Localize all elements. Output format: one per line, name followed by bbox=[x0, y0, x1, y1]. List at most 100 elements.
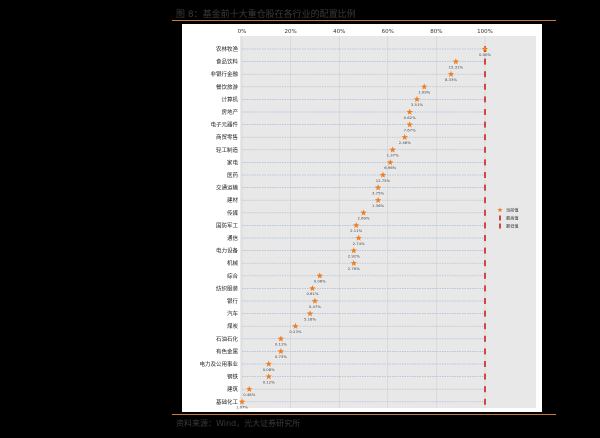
category-label: 电子元器件 bbox=[210, 121, 238, 129]
max-marker bbox=[484, 146, 486, 153]
max-marker bbox=[484, 197, 486, 204]
max-marker bbox=[484, 71, 486, 78]
max-marker bbox=[484, 159, 486, 166]
point-value-label: 1.36% bbox=[372, 203, 384, 208]
point-value-label: 0.11% bbox=[275, 342, 287, 347]
category-label: 煤炭 bbox=[227, 322, 239, 330]
chart: 0% 20% 40% 60% 80% 100% 农林牧渔 0.00% 食品饮料 15.31% 非银… bbox=[182, 24, 542, 412]
point-value-label: 2.69% bbox=[357, 216, 369, 221]
category-label: 电力及公用事业 bbox=[199, 360, 238, 368]
max-marker bbox=[484, 310, 486, 317]
category-label: 商贸零售 bbox=[216, 133, 238, 141]
category-label: 汽车 bbox=[227, 310, 239, 318]
category-label: 机械 bbox=[227, 259, 239, 267]
source-rule bbox=[172, 414, 556, 415]
point-value-label: 3.51% bbox=[411, 102, 423, 107]
source-note: 资料来源：Wind，光大证券研究所 bbox=[176, 419, 301, 428]
point-value-label: 2.92% bbox=[348, 253, 360, 258]
category-label: 银行 bbox=[227, 297, 239, 305]
title-rule bbox=[172, 20, 556, 21]
x-tick-label: 40% bbox=[333, 29, 345, 35]
category-label: 家电 bbox=[227, 158, 239, 166]
max-marker bbox=[484, 235, 486, 241]
point-value-label: 0.62% bbox=[404, 115, 416, 120]
point-value-label: 1.07% bbox=[236, 405, 248, 410]
max-marker bbox=[484, 184, 486, 191]
max-marker bbox=[484, 335, 486, 342]
point-value-label: 12.75% bbox=[376, 178, 391, 183]
max-marker bbox=[484, 373, 486, 380]
max-marker bbox=[484, 323, 486, 330]
category-label: 医药 bbox=[227, 171, 239, 179]
point-value-label: 0.00% bbox=[479, 52, 491, 57]
point-value-label: 0.48% bbox=[243, 392, 255, 397]
category-label: 非银行金融 bbox=[210, 70, 238, 78]
category-label: 国防军工 bbox=[216, 221, 239, 229]
category-label: 钢铁 bbox=[227, 373, 239, 381]
max-marker bbox=[484, 83, 486, 90]
point-value-label: 3.75% bbox=[372, 190, 384, 195]
legend-label: 当前值 bbox=[506, 207, 519, 214]
category-label: 交通运输 bbox=[216, 184, 239, 192]
category-label: 计算机 bbox=[221, 95, 238, 103]
legend-label: 最低值 bbox=[506, 223, 519, 230]
point-value-label: 0.12% bbox=[263, 379, 275, 384]
category-label: 传媒 bbox=[227, 209, 239, 217]
point-value-label: 6.96% bbox=[384, 165, 396, 170]
category-label: 综合 bbox=[227, 272, 239, 280]
category-label: 房地产 bbox=[221, 108, 238, 116]
category-label: 轻工制造 bbox=[216, 146, 239, 154]
legend-bar-marker bbox=[499, 223, 501, 229]
x-tick-label: 80% bbox=[430, 29, 442, 35]
max-marker bbox=[484, 285, 486, 292]
legend-label: 最高值 bbox=[506, 215, 519, 222]
point-value-label: 7.67% bbox=[404, 127, 416, 132]
point-value-label: 1.37% bbox=[387, 153, 399, 158]
x-tick-label: 60% bbox=[382, 29, 394, 35]
max-marker bbox=[484, 134, 486, 141]
category-label: 建材 bbox=[227, 196, 239, 204]
max-marker bbox=[484, 298, 486, 304]
point-value-label: 0.61% bbox=[306, 291, 318, 296]
max-marker bbox=[484, 58, 486, 65]
category-label: 纺织服装 bbox=[216, 284, 239, 292]
x-tick-label: 100% bbox=[477, 29, 493, 35]
point-value-label: 2.11% bbox=[350, 228, 362, 233]
point-value-label: 2.74% bbox=[353, 241, 365, 246]
category-label: 餐饮旅游 bbox=[216, 83, 239, 91]
figure-title: 图 8：基金前十大重仓股在各行业的配置比例 bbox=[176, 10, 356, 20]
point-value-label: 0.06% bbox=[314, 279, 326, 284]
point-value-label: 0.47% bbox=[309, 304, 321, 309]
point-value-label: 0.73% bbox=[275, 354, 287, 359]
point-value-label: 1.09% bbox=[418, 90, 430, 95]
category-label: 农林牧渔 bbox=[216, 45, 239, 53]
max-marker bbox=[484, 96, 486, 103]
point-value-label: 5.18% bbox=[304, 316, 316, 321]
category-label: 食品饮料 bbox=[216, 58, 239, 66]
legend-bar-marker bbox=[499, 215, 501, 221]
max-marker bbox=[484, 348, 486, 355]
max-marker bbox=[484, 272, 486, 279]
point-value-label: 2.76% bbox=[348, 266, 360, 271]
point-value-label: 0.08% bbox=[263, 367, 275, 372]
max-marker bbox=[484, 398, 486, 405]
max-marker bbox=[484, 121, 486, 128]
category-label: 石油石化 bbox=[216, 335, 239, 343]
max-marker bbox=[484, 386, 486, 393]
max-marker bbox=[484, 209, 486, 216]
point-value-label: 15.31% bbox=[449, 64, 464, 69]
category-label: 有色金属 bbox=[216, 347, 238, 355]
legend: 当前值最高值最低值 bbox=[497, 207, 519, 230]
max-marker bbox=[484, 361, 486, 367]
max-marker bbox=[484, 109, 486, 115]
point-value-label: 8.33% bbox=[445, 77, 457, 82]
x-tick-label: 0% bbox=[238, 29, 247, 35]
max-marker bbox=[484, 260, 486, 267]
point-value-label: 0.23% bbox=[289, 329, 301, 334]
max-marker bbox=[484, 247, 486, 254]
category-label: 建筑 bbox=[227, 385, 239, 393]
x-tick-label: 20% bbox=[284, 29, 296, 35]
point-value-label: 2.46% bbox=[399, 140, 411, 145]
max-marker bbox=[484, 222, 486, 229]
category-label: 通信 bbox=[227, 234, 239, 242]
